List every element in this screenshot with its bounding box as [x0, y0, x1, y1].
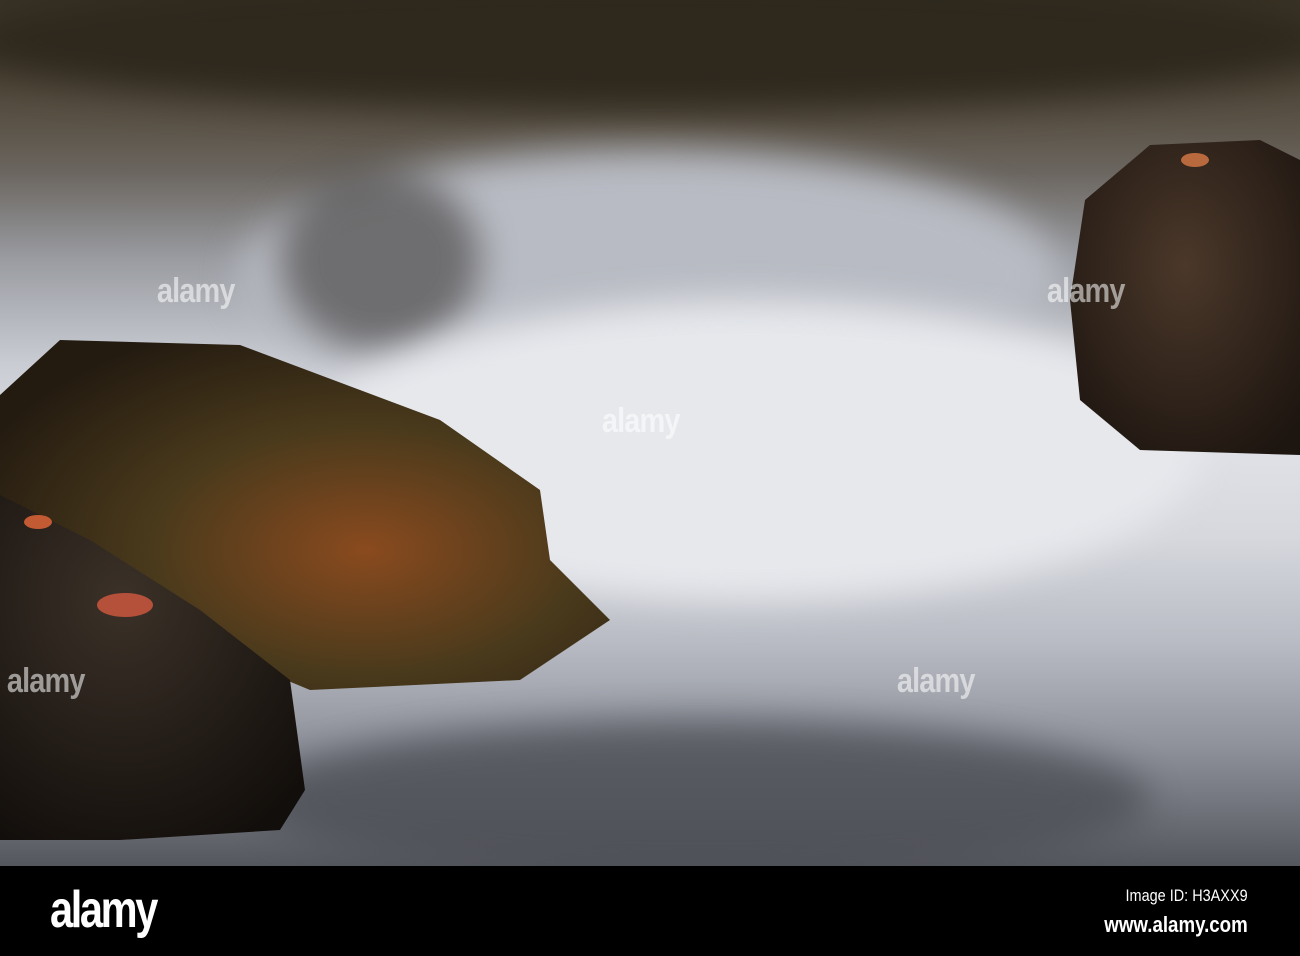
image-id: Image ID: H3AXX9	[1125, 886, 1248, 905]
footer-bar: alamy Image ID: H3AXX9 www.alamy.com	[0, 866, 1300, 956]
leaf	[97, 593, 153, 617]
watermark: alamy	[896, 662, 976, 700]
watermark: alamy	[156, 272, 236, 310]
alamy-logo: alamy	[50, 881, 158, 939]
site-url: www.alamy.com	[1104, 912, 1248, 937]
watermark: alamy	[1046, 272, 1126, 310]
leaf	[24, 515, 52, 529]
leaf	[1181, 153, 1209, 167]
watermark: alamy	[6, 662, 86, 700]
waterfall-photo: alamy alamy alamy alamy alamy	[0, 0, 1300, 866]
watermark: alamy	[601, 402, 681, 440]
